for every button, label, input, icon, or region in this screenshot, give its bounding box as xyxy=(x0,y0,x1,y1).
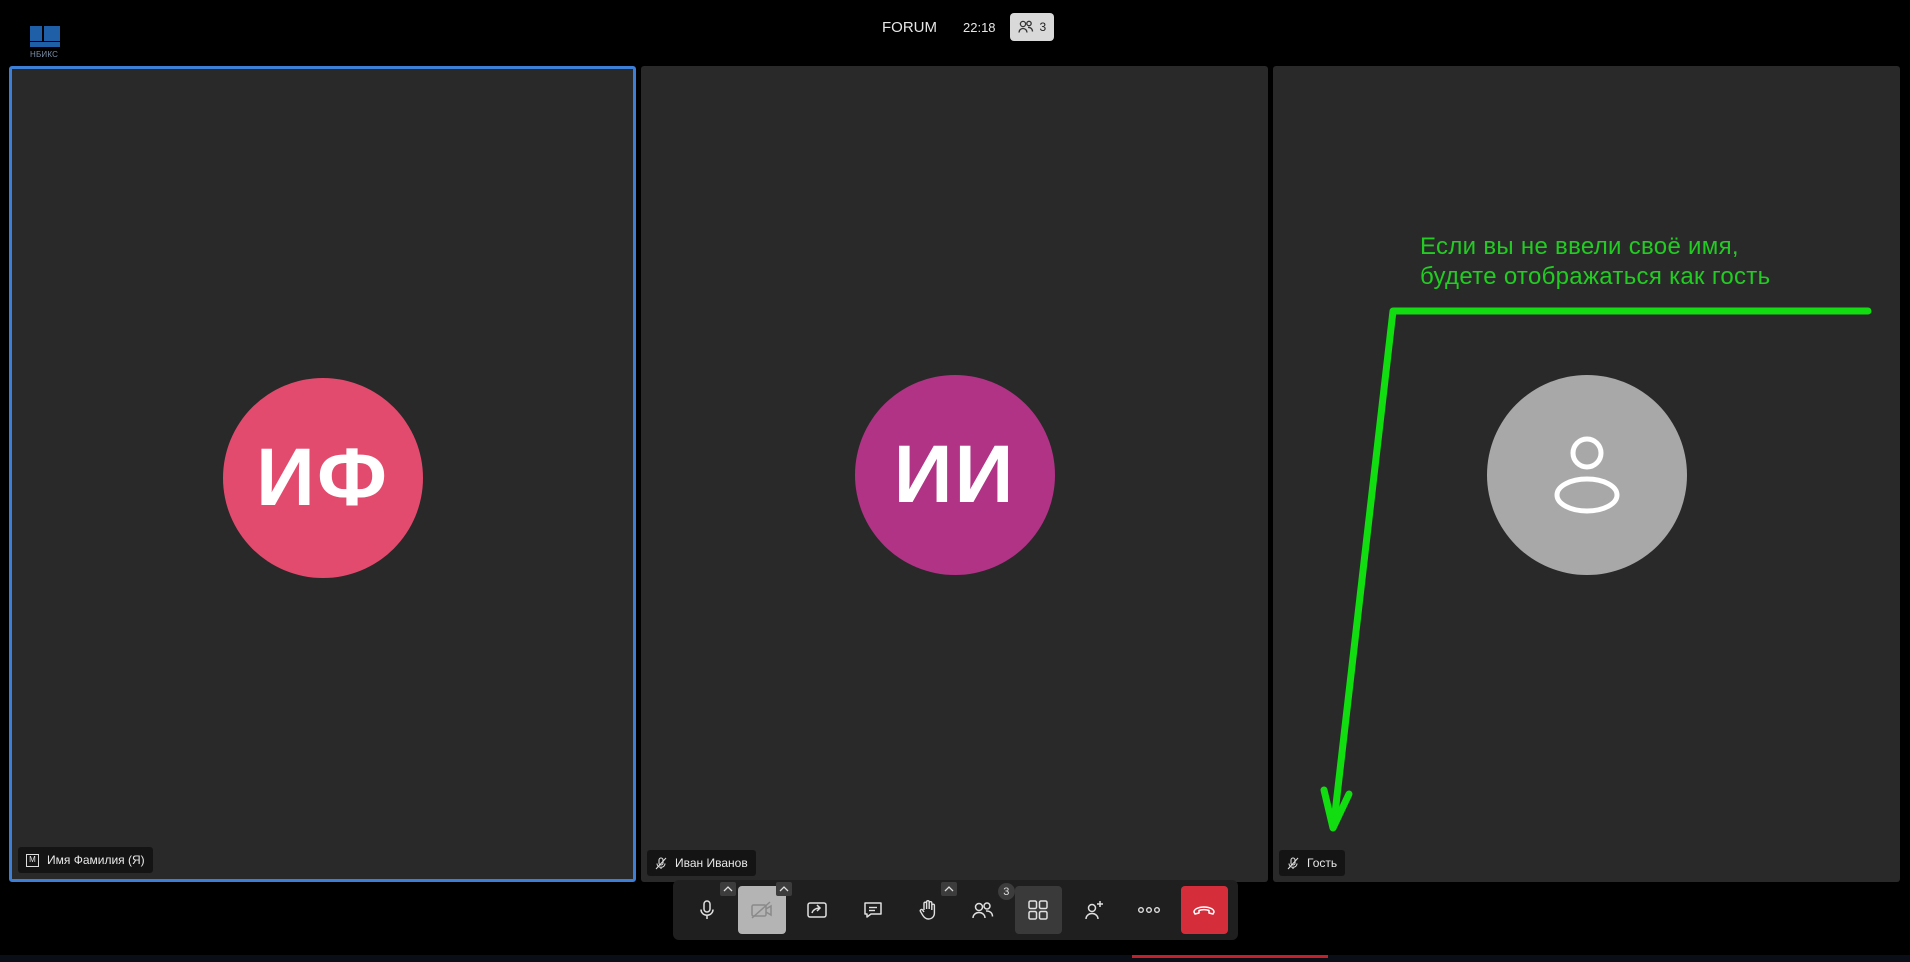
participant-tile[interactable]: ИИ Иван Иванов xyxy=(641,66,1268,882)
taskbar-active-indicator xyxy=(1132,955,1328,958)
chat-icon xyxy=(863,902,882,918)
annotation-line-2: будете отображаться как гость xyxy=(1420,263,1771,290)
raise-hand-button[interactable] xyxy=(904,882,958,934)
annotation-text: Если вы не ввели своё имя, будете отобра… xyxy=(1420,232,1770,292)
chevron-up-icon[interactable] xyxy=(941,882,958,896)
invite-button[interactable] xyxy=(1070,886,1117,934)
participant-name-tag: Гость xyxy=(1279,850,1346,876)
user-icon xyxy=(1554,436,1619,514)
top-bar: НБИКС FORUM 22:18 3 xyxy=(0,0,1910,62)
add-person-icon xyxy=(1084,901,1103,920)
microphone-icon xyxy=(699,900,714,919)
conference-info: FORUM 22:18 3 xyxy=(870,12,1055,42)
camera-off-icon xyxy=(751,901,772,919)
participants-count-badge: 3 xyxy=(997,883,1015,900)
avatar-initials: ИФ xyxy=(256,432,389,523)
conference-title: FORUM xyxy=(882,18,937,36)
hangup-icon xyxy=(1193,906,1216,915)
participants-icon xyxy=(972,902,994,919)
participants-icon xyxy=(1017,20,1033,33)
share-screen-icon xyxy=(807,902,827,918)
logo-text: НБИКС xyxy=(30,50,59,59)
participant-name: Имя Фамилия (Я) xyxy=(47,853,145,867)
avatar: ИИ xyxy=(854,375,1055,575)
microphone-button[interactable] xyxy=(683,882,737,934)
chevron-up-icon[interactable] xyxy=(775,882,792,896)
avatar: ИФ xyxy=(222,378,423,578)
participant-name-tag: M Имя Фамилия (Я) xyxy=(18,847,153,873)
more-icon xyxy=(1138,907,1161,913)
hangup-button[interactable] xyxy=(1180,886,1228,934)
moderator-badge-icon: M xyxy=(26,853,39,867)
tile-view-button[interactable] xyxy=(1014,886,1063,934)
mic-off-icon xyxy=(1287,856,1299,869)
hand-icon xyxy=(919,900,935,920)
participants-count: 3 xyxy=(1039,20,1047,34)
more-button[interactable] xyxy=(1125,886,1172,934)
avatar-initials: ИИ xyxy=(893,429,1016,520)
os-taskbar xyxy=(0,955,1910,962)
chevron-up-icon[interactable] xyxy=(720,882,737,896)
conference-timer: 22:18 xyxy=(963,19,996,35)
participant-tile-guest[interactable]: Гость xyxy=(1273,66,1900,882)
participants-pill[interactable]: 3 xyxy=(1009,13,1055,41)
participants-button[interactable]: 3 xyxy=(959,883,1015,934)
share-screen-button[interactable] xyxy=(794,886,841,934)
grid-icon xyxy=(1028,900,1049,920)
app-logo: НБИКС xyxy=(30,26,62,60)
participant-tile-self[interactable]: ИФ M Имя Фамилия (Я) xyxy=(9,66,636,882)
participant-name: Гость xyxy=(1307,856,1338,870)
annotation-line-1: Если вы не ввели своё имя, xyxy=(1420,233,1739,260)
participant-name: Иван Иванов xyxy=(675,856,748,870)
avatar xyxy=(1486,375,1687,575)
camera-button[interactable] xyxy=(738,882,792,934)
logo-mark-icon xyxy=(30,26,60,48)
mic-off-icon xyxy=(655,856,667,869)
chat-button[interactable] xyxy=(849,886,896,934)
participant-name-tag: Иван Иванов xyxy=(647,850,756,876)
call-toolbar: 3 xyxy=(673,880,1238,940)
